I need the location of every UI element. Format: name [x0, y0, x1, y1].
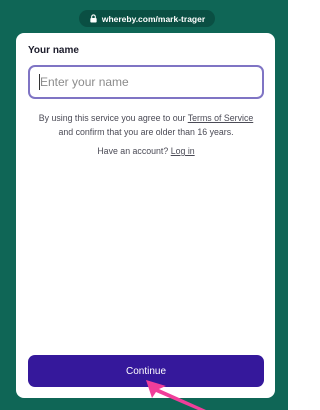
name-label: Your name [28, 45, 79, 56]
text-caret [39, 74, 40, 90]
terms-notice: By using this service you agree to our T… [28, 111, 264, 139]
account-prompt-row: Have an account? Log in [28, 146, 264, 156]
pointer-arrow-icon [146, 380, 206, 410]
url-text: whereby.com/mark-trager [101, 13, 206, 24]
account-prompt: Have an account? [97, 146, 169, 156]
terms-suffix: and confirm that you are older than 16 y… [58, 127, 234, 137]
terms-prefix: By using this service you agree to our [38, 113, 186, 123]
login-link[interactable]: Log in [171, 146, 195, 156]
url-bar[interactable]: whereby.com/mark-trager [79, 10, 215, 27]
name-input[interactable] [28, 65, 264, 99]
terms-of-service-link[interactable]: Terms of Service [188, 113, 254, 123]
lock-icon [90, 14, 97, 23]
app-frame: whereby.com/mark-trager Your name By usi… [0, 0, 288, 410]
join-card: Your name By using this service you agre… [16, 33, 275, 398]
